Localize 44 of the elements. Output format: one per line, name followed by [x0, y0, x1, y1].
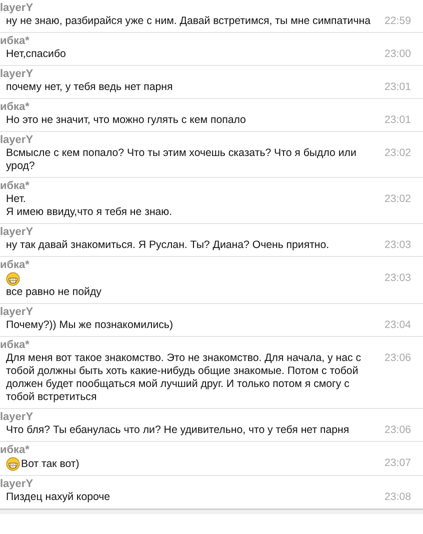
- message-time: 22:59: [384, 15, 411, 28]
- message-time: 23:04: [384, 319, 411, 332]
- message-time: 23:08: [384, 491, 411, 504]
- message-time: 23:01: [384, 81, 411, 94]
- message-time: 23:02: [384, 193, 411, 206]
- sender-name: ибка*: [0, 259, 30, 272]
- sender-name: layerY: [0, 68, 34, 81]
- sender-name: ибка*: [0, 339, 30, 352]
- message-time: 23:01: [384, 114, 411, 127]
- message-text: Что бля? Ты ебанулась что ли? Не удивительно, что у тебя нет парня: [6, 424, 350, 437]
- message-text: должен будет пообщаться мой лучший друг. И только потом я смогу с: [6, 378, 350, 391]
- message-time: 23:02: [384, 147, 411, 160]
- message-text: почему нет, у тебя ведь нет парня: [6, 81, 173, 94]
- sender-name: ибка*: [0, 101, 30, 114]
- message-text: тобой встретиться: [6, 391, 97, 404]
- sender-name: layerY: [0, 411, 34, 424]
- message-text: Пиздец нахуй короче: [6, 491, 110, 504]
- sender-name: layerY: [0, 478, 34, 491]
- message-time: 23:07: [384, 457, 411, 470]
- message-text: ну так давай знакомиться. Я Руслан. Ты? Диана? Очень приятно.: [6, 239, 330, 252]
- sender-name: layerY: [0, 306, 34, 319]
- message-text: Почему?)) Мы же познакомились): [6, 319, 173, 332]
- message-text: Нет,спасибо: [6, 48, 66, 61]
- message-text: тобой должны быть хоть какие-нибудь общие знакомые. Потом с тобой: [6, 365, 358, 378]
- sender-name: layerY: [0, 2, 34, 15]
- message-time: 23:00: [384, 48, 411, 61]
- sender-name: layerY: [0, 134, 34, 147]
- sender-name: ибка*: [0, 35, 30, 48]
- message-text: урод?: [6, 160, 35, 173]
- sender-name: ибка*: [0, 444, 30, 457]
- message-text: Но это не значит, что можно гулять с кем попало: [6, 114, 246, 127]
- message-time: 23:06: [384, 352, 411, 365]
- message-text: все равно не пойду: [6, 286, 102, 299]
- message-time: 23:03: [384, 272, 411, 285]
- message-text: Всмысле с кем попало? Что ты этим хочешь сказать? Что я быдло или: [6, 147, 356, 160]
- sender-name: ибка*: [0, 180, 30, 193]
- message-text: Для меня вот такое знакомство. Это не знакомство. Для начала, у нас с: [6, 352, 362, 365]
- message-text: Вот так вот): [21, 458, 80, 470]
- message-text: ну не знаю, разбирайся уже с ним. Давай встретимся, ты мне симпатична: [6, 15, 370, 28]
- message-text: Я имею ввиду,что я тебя не знаю.: [6, 206, 172, 219]
- message-time: 23:03: [384, 239, 411, 252]
- sender-name: layerY: [0, 226, 34, 239]
- message-text: Нет.: [6, 193, 26, 206]
- message-time: 23:06: [384, 424, 411, 437]
